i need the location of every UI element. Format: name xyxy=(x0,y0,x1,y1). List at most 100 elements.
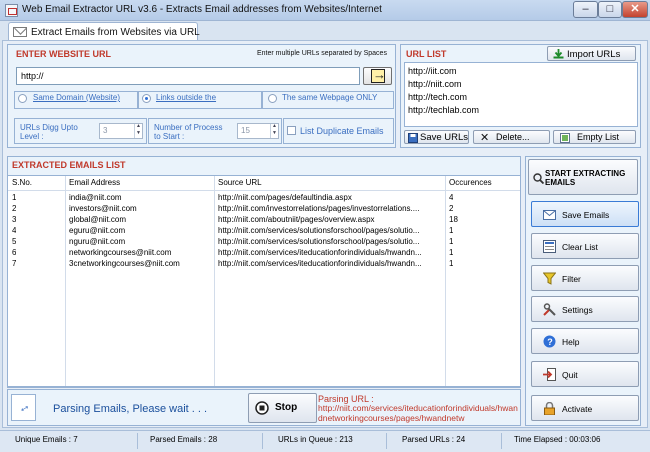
radio-same-domain[interactable] xyxy=(18,94,27,103)
table-row[interactable]: 6 networkingcourses@niit.com http://niit… xyxy=(8,248,520,259)
tab-label: Extract Emails from Websites via URL xyxy=(31,27,200,38)
settings-button[interactable]: Settings xyxy=(531,296,639,322)
save-icon xyxy=(408,133,418,143)
process-count-value: 15 xyxy=(241,126,250,135)
list-item[interactable]: http://niit.com xyxy=(408,79,462,89)
clear-list-label: Clear List xyxy=(562,242,598,252)
delete-url-button[interactable]: ✕ Delete... xyxy=(473,130,550,144)
activate-button[interactable]: Activate xyxy=(531,395,639,421)
dig-level-group: URLs Digg Upto Level : 3 xyxy=(14,118,147,144)
quit-icon xyxy=(543,368,556,381)
time-elapsed: Time Elapsed : 00:03:06 xyxy=(514,435,601,444)
parsing-status-panel: Parsing Emails, Please wait . . . Stop P… xyxy=(7,389,521,426)
url-input[interactable] xyxy=(16,67,360,85)
window-title: Web Email Extractor URL v3.6 - Extracts … xyxy=(22,4,382,15)
title-bar: Web Email Extractor URL v3.6 - Extracts … xyxy=(0,0,650,21)
clear-list-icon xyxy=(543,240,556,253)
close-button[interactable]: ✕ xyxy=(622,1,648,18)
list-item[interactable]: http://tech.com xyxy=(408,92,467,102)
column-header-email[interactable]: Email Address xyxy=(69,176,120,190)
search-icon xyxy=(533,173,544,184)
filter-button[interactable]: Filter xyxy=(531,265,639,291)
process-count-group: Number of Process to Start : 15 xyxy=(148,118,282,144)
parsing-icon xyxy=(11,394,36,421)
process-count-spin-icon[interactable] xyxy=(270,123,278,138)
start-extracting-label-1: START EXTRACTING xyxy=(545,169,626,178)
column-header-occurences[interactable]: Occurences xyxy=(449,176,492,190)
settings-label: Settings xyxy=(562,305,593,315)
url-list-title: URL LIST xyxy=(406,49,447,59)
save-urls-label: Save URLs xyxy=(420,132,469,143)
url-list[interactable]: http://iit.com http://niit.com http://te… xyxy=(404,62,638,127)
process-count-label-1: Number of Process xyxy=(154,123,223,132)
dig-level-label-1: URLs Digg Upto xyxy=(20,123,78,132)
add-url-button[interactable] xyxy=(363,67,392,85)
process-count-stepper[interactable]: 15 xyxy=(237,123,279,139)
import-icon xyxy=(553,49,564,59)
save-emails-button[interactable]: Save Emails xyxy=(531,201,639,227)
help-icon: ? xyxy=(543,335,556,348)
import-urls-button[interactable]: Import URLs xyxy=(547,46,636,61)
delete-url-label: Delete... xyxy=(496,132,530,142)
radio-same-domain-label[interactable]: Same Domain (Website) xyxy=(33,93,120,102)
enter-url-title: ENTER WEBSITE URL xyxy=(16,49,112,59)
clear-list-button[interactable]: Clear List xyxy=(531,233,639,259)
svg-text:?: ? xyxy=(547,337,553,347)
duplicate-checkbox[interactable] xyxy=(287,126,296,135)
process-count-label-2: to Start : xyxy=(154,132,185,141)
table-row[interactable]: 4 eguru@niit.com http://niit.com/service… xyxy=(8,226,520,237)
save-emails-icon xyxy=(543,210,556,220)
table-row[interactable]: 1 india@niit.com http://niit.com/pages/d… xyxy=(8,193,520,204)
column-header-sno[interactable]: S.No. xyxy=(12,176,32,190)
stop-icon xyxy=(255,401,269,415)
app-icon xyxy=(5,4,18,17)
unique-emails-count: Unique Emails : 7 xyxy=(15,435,78,444)
enter-url-hint: Enter multiple URLs separated by Spaces xyxy=(257,50,387,57)
urls-in-queue-count: URLs in Queue : 213 xyxy=(278,435,353,444)
start-extracting-label-2: EMAILS xyxy=(545,178,576,187)
dig-level-stepper[interactable]: 3 xyxy=(99,123,143,139)
emails-table[interactable]: S.No. Email Address Source URL Occurence… xyxy=(7,175,521,387)
delete-icon: ✕ xyxy=(480,132,490,144)
maximize-button[interactable]: □ xyxy=(598,1,622,18)
list-item[interactable]: http://techlab.com xyxy=(408,105,479,115)
filter-icon xyxy=(543,272,556,285)
table-row[interactable]: 5 nguru@niit.com http://niit.com/service… xyxy=(8,237,520,248)
column-header-source-url[interactable]: Source URL xyxy=(218,176,262,190)
radio-outside-links[interactable] xyxy=(142,94,151,103)
parsing-url-value: http://niit.com/services/iteducationfori… xyxy=(318,403,518,423)
table-row[interactable]: 3 global@niit.com http://niit.com/aboutn… xyxy=(8,215,520,226)
tab-extract-emails[interactable]: Extract Emails from Websites via URL xyxy=(8,22,200,41)
dig-level-label-2: Level : xyxy=(20,132,44,141)
radio-outside-links-label[interactable]: Links outside the xyxy=(156,93,216,102)
duplicate-label[interactable]: List Duplicate Emails xyxy=(300,127,384,136)
table-row[interactable]: 7 3cnetworkingcourses@niit.com http://ni… xyxy=(8,259,520,270)
table-row[interactable]: 2 investors@niit.com http://niit.com/inv… xyxy=(8,204,520,215)
save-urls-button[interactable]: Save URLs xyxy=(404,130,469,144)
extracted-emails-title: EXTRACTED EMAILS LIST xyxy=(12,160,126,170)
parsing-status-text: Parsing Emails, Please wait . . . xyxy=(53,403,208,415)
status-bar: Unique Emails : 7 Parsed Emails : 28 URL… xyxy=(0,430,650,452)
stop-label: Stop xyxy=(275,402,298,413)
empty-list-button[interactable]: Empty List xyxy=(553,130,636,144)
start-extracting-button[interactable]: START EXTRACTING EMAILS xyxy=(528,159,638,195)
empty-list-label: Empty List xyxy=(577,132,620,142)
duplicate-group: List Duplicate Emails xyxy=(283,118,394,144)
minimize-button[interactable]: – xyxy=(573,1,598,18)
envelope-icon xyxy=(13,27,27,37)
parsed-emails-count: Parsed Emails : 28 xyxy=(150,435,218,444)
help-label: Help xyxy=(562,337,580,347)
help-button[interactable]: ? Help xyxy=(531,328,639,354)
import-urls-label: Import URLs xyxy=(567,49,621,60)
lock-icon xyxy=(544,402,555,415)
dig-level-spin-icon[interactable] xyxy=(134,123,142,138)
quit-button[interactable]: Quit xyxy=(531,361,639,387)
arrow-right-icon xyxy=(371,67,386,83)
settings-icon xyxy=(543,303,556,316)
radio-same-webpage-label[interactable]: The same Webpage ONLY xyxy=(282,93,377,102)
save-emails-label: Save Emails xyxy=(562,210,610,220)
empty-list-icon xyxy=(560,133,570,143)
radio-same-webpage[interactable] xyxy=(268,94,277,103)
stop-button[interactable]: Stop xyxy=(248,393,317,423)
list-item[interactable]: http://iit.com xyxy=(408,66,457,76)
